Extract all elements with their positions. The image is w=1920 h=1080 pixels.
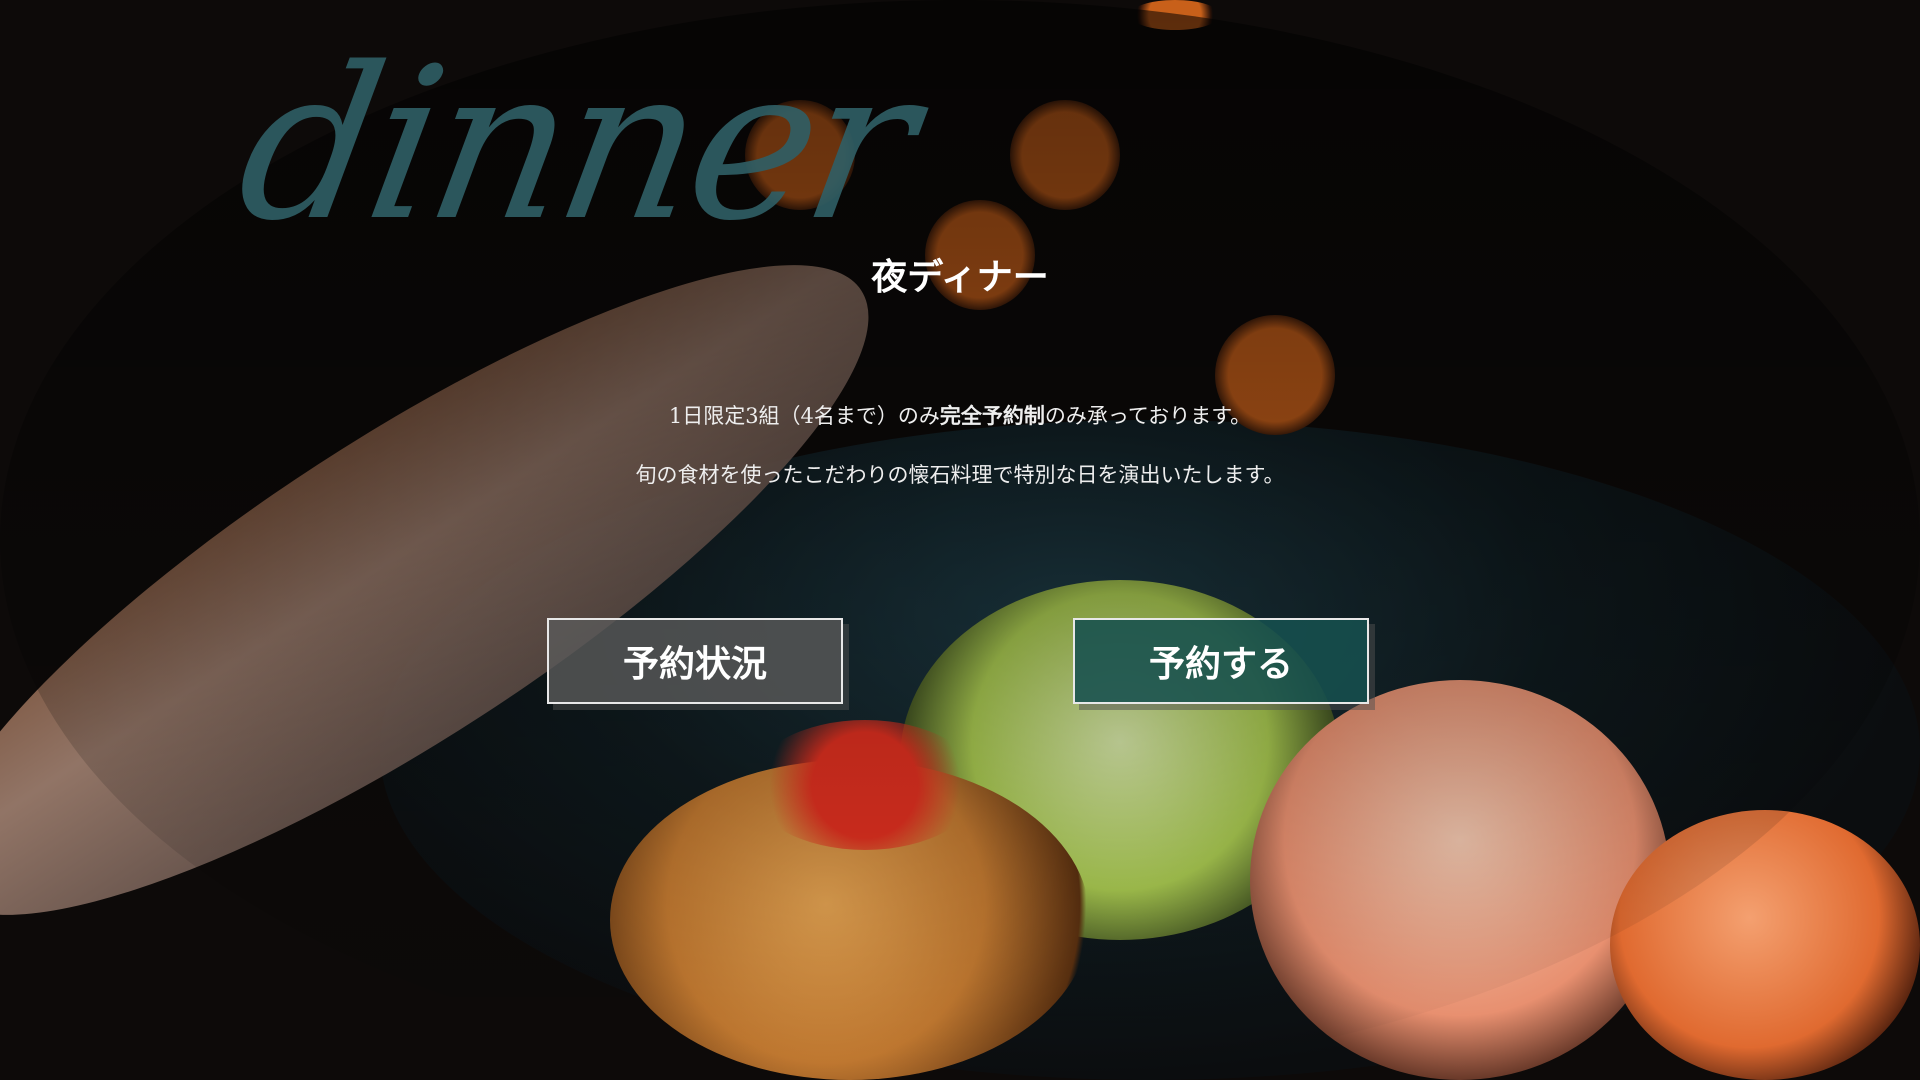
description-line-2: 旬の食材を使ったこだわりの懐石料理で特別な日を演出いたします。 [635,463,1285,487]
emphasis-text: 完全予約制 [939,403,1045,428]
text: のみ承っております。 [1044,404,1252,428]
reservation-status-button[interactable]: 予約状況 [547,618,843,704]
page-title: 夜ディナー [871,256,1049,298]
text: 1日限定3組（4名まで）のみ [668,404,940,428]
reserve-button[interactable]: 予約する [1073,618,1369,704]
script-heading: dinner [223,22,928,267]
description-line-1: 1日限定3組（4名まで）のみ完全予約制のみ承っております。 [0,400,1920,430]
